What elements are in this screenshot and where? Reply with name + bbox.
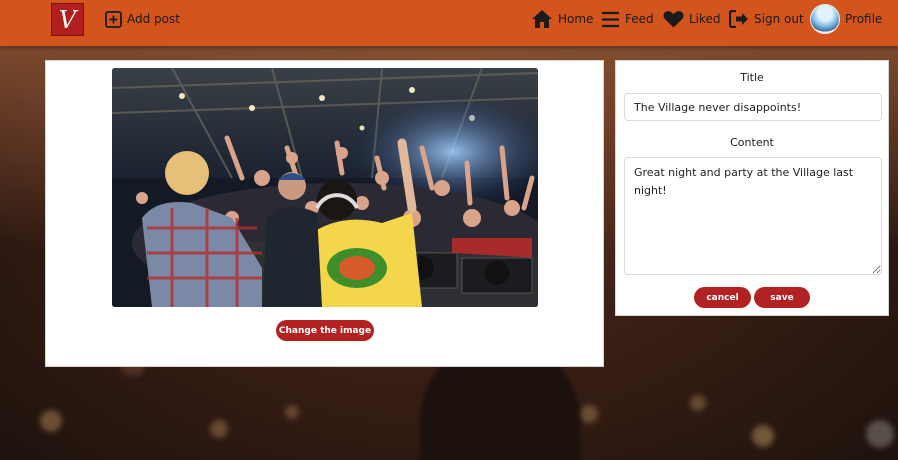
feed-link[interactable]: Feed — [601, 0, 654, 38]
feed-label: Feed — [625, 12, 654, 26]
plus-square-icon — [105, 10, 122, 28]
home-label: Home — [558, 12, 594, 26]
bokeh-light — [752, 425, 774, 447]
add-post-label: Add post — [127, 12, 180, 26]
sign-out-label: Sign out — [754, 12, 804, 26]
add-post-link[interactable]: Add post — [105, 0, 180, 38]
cancel-button[interactable]: cancel — [694, 287, 751, 308]
party-photo — [112, 68, 538, 307]
logo[interactable]: V — [51, 3, 84, 36]
bokeh-light — [210, 420, 228, 438]
bokeh-light — [285, 405, 299, 419]
liked-label: Liked — [689, 12, 721, 26]
title-input[interactable] — [624, 93, 882, 121]
home-icon — [532, 10, 552, 28]
edit-post-form: Title Content Great night and party at t… — [615, 60, 889, 316]
bokeh-light — [40, 410, 62, 432]
feed-icon — [602, 11, 619, 27]
save-button[interactable]: save — [754, 287, 810, 308]
profile-link[interactable]: Profile — [810, 0, 882, 38]
liked-link[interactable]: Liked — [663, 0, 721, 38]
bokeh-light — [866, 420, 894, 448]
top-navbar: V Add post Home Feed Liked Sign out Prof… — [0, 0, 898, 46]
post-image — [112, 68, 538, 307]
content-label: Content — [730, 136, 774, 149]
profile-label: Profile — [845, 12, 883, 26]
content-textarea[interactable]: Great night and party at the Village las… — [624, 157, 882, 275]
post-image-card: Change the image — [45, 60, 604, 367]
avatar — [810, 4, 840, 34]
sign-out-link[interactable]: Sign out — [729, 0, 804, 38]
bokeh-light — [580, 405, 598, 423]
heart-icon — [663, 11, 684, 28]
title-label: Title — [740, 71, 764, 84]
home-link[interactable]: Home — [531, 0, 593, 38]
change-image-button[interactable]: Change the image — [276, 320, 374, 341]
bokeh-light — [690, 395, 706, 411]
sign-out-icon — [729, 10, 748, 28]
logo-letter: V — [58, 5, 77, 34]
